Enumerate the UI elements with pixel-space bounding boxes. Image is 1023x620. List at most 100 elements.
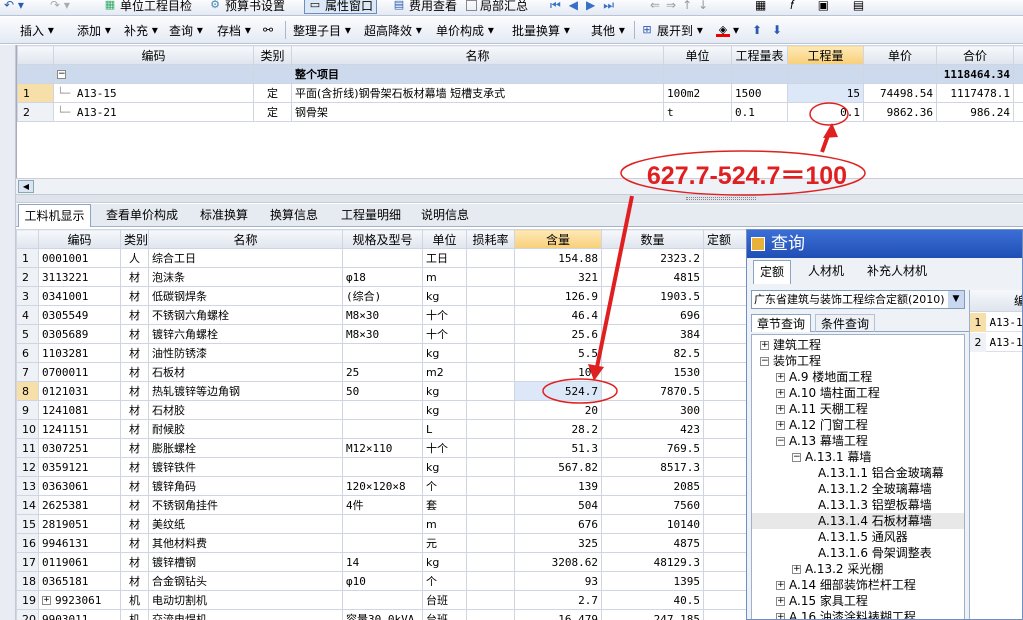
tab-quota[interactable]: 定额 (753, 260, 791, 284)
tree-node[interactable]: + A.16 油漆涂料裱糊工程 (752, 609, 964, 619)
code-cell[interactable]: 0341001 (38, 286, 121, 306)
resource-row[interactable]: 19+9923061机电动切割机台班2.740.52 (16, 590, 756, 610)
quota-row[interactable]: 1 └─ A13-15 定 平面(含折线)钢骨架石板材幕墙 短槽支承式 100m… (17, 83, 1023, 103)
type-cell[interactable]: 材 (120, 324, 149, 344)
loss-rate-cell[interactable] (466, 400, 515, 420)
loss-rate-cell[interactable] (466, 381, 515, 401)
loss-rate-cell[interactable] (466, 533, 515, 553)
type-cell[interactable]: 材 (120, 495, 149, 515)
quantity-cell[interactable]: 7870.5 (601, 381, 704, 401)
result-row[interactable]: 2 A13-1 (970, 333, 1022, 352)
insert-menu[interactable]: 插入 ▾ (20, 17, 54, 43)
unit-cell[interactable]: 台班 (422, 609, 467, 620)
quantity-cell[interactable]: 10140 (601, 514, 704, 534)
header-unit[interactable]: 单位 (422, 229, 467, 249)
type-cell[interactable]: 人 (120, 248, 149, 268)
tab-convert-info[interactable]: 换算信息 (262, 204, 326, 226)
unit-cell[interactable]: 十个 (422, 438, 467, 458)
quantity-cell[interactable]: 423 (601, 419, 704, 439)
resource-row[interactable]: 3 0341001 材低碳钢焊条 (综合) kg 126.9 1903.5 (16, 286, 756, 306)
qty-cell[interactable]: 0.1 (787, 102, 864, 122)
unit-cell[interactable]: 台班 (422, 590, 467, 610)
loss-rate-cell[interactable] (466, 362, 515, 382)
code-cell[interactable]: 0700011 (38, 362, 121, 382)
content-cell[interactable]: 325 (514, 533, 602, 553)
type-cell[interactable]: 材 (120, 305, 149, 325)
code-cell[interactable]: 0119061 (38, 552, 121, 572)
header-unit[interactable]: 单位 (663, 45, 732, 65)
name-cell[interactable]: 低碳钢焊条 (148, 286, 343, 306)
name-cell[interactable]: 镀锌角码 (148, 476, 343, 496)
type-cell[interactable]: 材 (120, 267, 149, 287)
tree-node[interactable]: + A.14 细部装饰栏杆工程 (752, 577, 964, 593)
cost-view-button[interactable]: ▤ 费用查看 (392, 0, 457, 14)
quantity-cell[interactable]: 4875 (601, 533, 704, 553)
tree-node[interactable]: + A.15 家具工程 (752, 593, 964, 609)
loss-rate-cell[interactable] (466, 552, 515, 572)
loss-rate-cell[interactable] (466, 514, 515, 534)
header-type[interactable]: 类别 (253, 45, 292, 65)
organize-menu[interactable]: 整理子目 ▾ (293, 17, 351, 43)
query-menu[interactable]: 查询 ▾ (169, 17, 203, 43)
header-extra[interactable]: 综 (1013, 45, 1023, 65)
name-cell[interactable]: 平面(含折线)钢骨架石板材幕墙 短槽支承式 (291, 83, 664, 103)
property-window-button[interactable]: ▭ 属性窗口 (304, 0, 378, 14)
quantity-cell[interactable]: 300 (601, 400, 704, 420)
tree-node[interactable]: − A.13 幕墙工程 (752, 433, 964, 449)
quantity-cell[interactable]: 40.5 (601, 590, 704, 610)
spec-cell[interactable]: 120×120×8 (342, 476, 423, 496)
budget-settings-button[interactable]: ⚙ 预算书设置 (208, 0, 285, 14)
quantity-cell[interactable]: 384 (601, 324, 704, 344)
quantity-cell[interactable]: 2085 (601, 476, 704, 496)
tab-description[interactable]: 说明信息 (415, 204, 475, 226)
name-cell[interactable]: 镀锌槽钢 (148, 552, 343, 572)
code-cell[interactable]: 0307251 (38, 438, 121, 458)
type-cell[interactable]: 材 (120, 438, 149, 458)
tree-node[interactable]: + A.13.2 采光棚 (752, 561, 964, 577)
collapse-icon[interactable]: − (760, 357, 769, 366)
content-cell[interactable]: 3208.62 (514, 552, 602, 572)
price-cell[interactable]: 9862.36 (863, 102, 937, 122)
tree-node[interactable]: + 建筑工程 (752, 337, 964, 353)
code-cell[interactable]: 0365181 (38, 571, 121, 591)
qty-cell[interactable]: 15 (787, 83, 864, 103)
spec-cell[interactable]: 14 (342, 552, 423, 572)
tab-labor-material[interactable]: 工料机显示 (18, 204, 91, 227)
resource-row[interactable]: 1 0001001 人综合工日 工日 154.88 2323.2 (16, 248, 756, 268)
quantity-cell[interactable]: 1530 (601, 362, 704, 382)
loss-rate-cell[interactable] (466, 476, 515, 496)
unit-cell[interactable]: kg (422, 552, 467, 572)
tab-qty-detail[interactable]: 工程量明细 (334, 204, 408, 226)
content-cell[interactable]: 28.2 (514, 419, 602, 439)
content-cell[interactable]: 2.7 (514, 590, 602, 610)
unit-check-button[interactable]: ▦ 单位工程目检 (103, 0, 192, 14)
spec-cell[interactable]: 容量30.0kVA (342, 609, 423, 620)
content-cell[interactable]: 676 (514, 514, 602, 534)
total-cell[interactable]: 1117478.1 (936, 83, 1014, 103)
loss-rate-cell[interactable] (466, 305, 515, 325)
name-cell[interactable]: 石材胶 (148, 400, 343, 420)
content-cell[interactable]: 567.82 (514, 457, 602, 477)
loss-rate-cell[interactable] (466, 495, 515, 515)
resource-row[interactable]: 7 0700011 材石板材 25 m2 102 1530 (16, 362, 756, 382)
add-menu[interactable]: 添加 ▾ (77, 17, 111, 43)
other-menu[interactable]: 其他 ▾ (591, 17, 625, 43)
code-cell[interactable]: 0001001 (38, 248, 121, 268)
type-cell[interactable]: 材 (120, 362, 149, 382)
expand-to-menu[interactable]: ⊞ 展开到 ▾ (640, 17, 702, 43)
name-cell[interactable]: 耐候胶 (148, 419, 343, 439)
resource-row[interactable]: 5 0305689 材镀锌六角螺栓 M8×30 十个 25.6 384 (16, 324, 756, 344)
resource-row[interactable]: 18 0365181 材合金钢钻头 φ10 个 93 1395 (16, 571, 756, 591)
tab-chapter-query[interactable]: 章节查询 (751, 314, 811, 332)
collapse-cell[interactable]: − (53, 64, 254, 84)
loss-rate-cell[interactable] (466, 343, 515, 363)
resource-row[interactable]: 2 3113221 材泡沫条 φ18 m 321 4815 (16, 267, 756, 287)
header-qty-expr[interactable]: 工程量表 (731, 45, 788, 65)
tree-node[interactable]: − A.13.1 幕墙 (752, 449, 964, 465)
tree-node[interactable]: + A.12 门窗工程 (752, 417, 964, 433)
quantity-cell[interactable]: 247.185 (601, 609, 704, 620)
content-cell[interactable]: 16.479 (514, 609, 602, 620)
type-cell[interactable]: 材 (120, 533, 149, 553)
loss-rate-cell[interactable] (466, 571, 515, 591)
quantity-cell[interactable]: 4815 (601, 267, 704, 287)
